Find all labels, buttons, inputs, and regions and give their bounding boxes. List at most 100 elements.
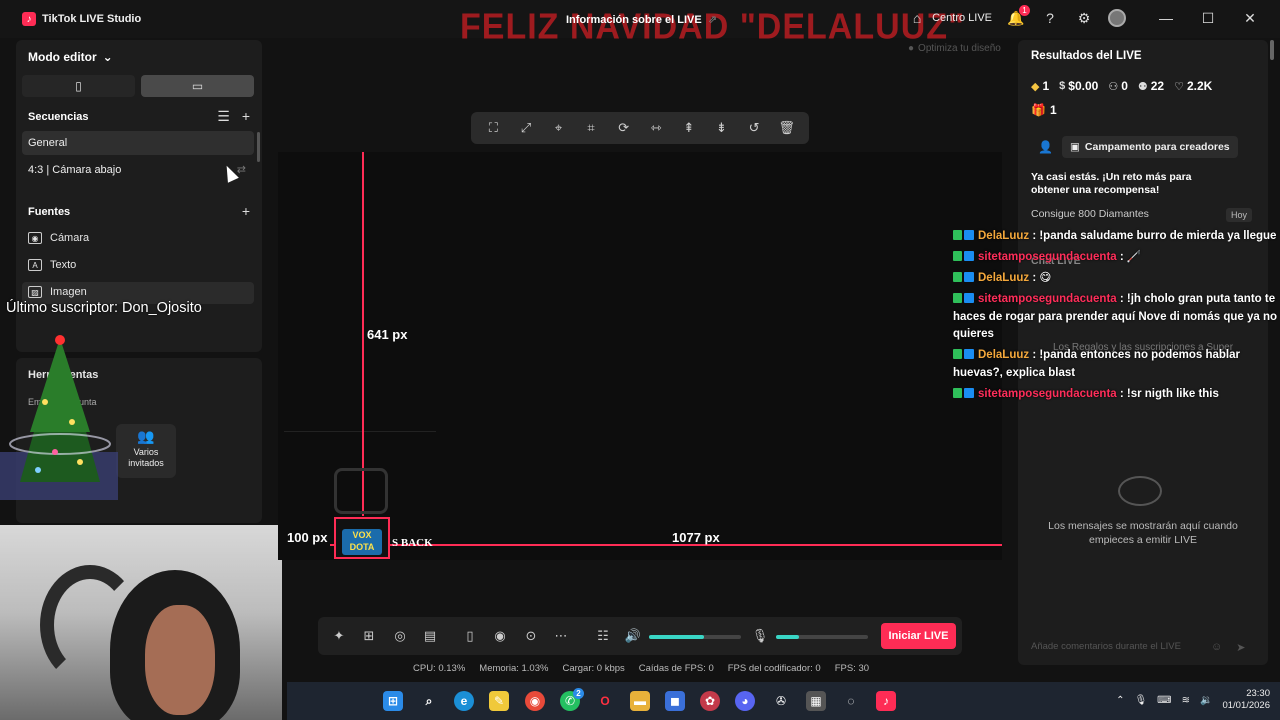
comment-input[interactable]: Añade comentarios durante el LIVE <box>1031 641 1181 652</box>
live-info-button[interactable]: Información sobre el LIVE ⇗ <box>566 13 717 27</box>
speaker-icon[interactable]: 🔊 <box>625 628 641 643</box>
clock[interactable]: 23:30 01/01/2026 <box>1222 688 1270 713</box>
sequences-scrollbar[interactable] <box>257 132 260 162</box>
list-icon[interactable]: ☰ <box>217 108 230 125</box>
edge-icon[interactable]: e <box>454 691 474 711</box>
add-sequence-icon[interactable]: + <box>242 108 250 125</box>
chat-username: DelaLuuz <box>978 272 1030 284</box>
measure-vertical: 641 px <box>367 327 408 342</box>
camera-icon: ◉ <box>28 232 42 244</box>
fit-icon[interactable]: ⛶ <box>485 120 501 136</box>
close-icon[interactable]: ✕ <box>1240 8 1260 28</box>
undo-icon[interactable]: ↺ <box>746 120 762 136</box>
subscriber-badge-icon <box>964 230 974 240</box>
centro-live-button[interactable]: ⌂ Centro LIVE <box>907 8 992 28</box>
chevron-up-icon[interactable]: ⌃ <box>1116 695 1124 706</box>
source-item-camara[interactable]: ◉ Cámara <box>28 232 89 244</box>
creator-camp-button[interactable]: ▣ Campamento para creadores <box>1062 136 1238 158</box>
sequence-item-camara-abajo[interactable]: 4:3 | Cámara abajo ⇄ <box>22 158 254 182</box>
source-item-texto[interactable]: A Texto <box>28 259 76 271</box>
go-live-button[interactable]: Iniciar LIVE <box>881 623 956 649</box>
chrome-icon[interactable]: ◉ <box>525 691 545 711</box>
app-grid-icon[interactable]: ▦ <box>806 691 826 711</box>
sequence-item-general[interactable]: General <box>22 131 254 155</box>
phone-preview-icon[interactable]: ▯ <box>463 628 477 643</box>
screenshot-icon[interactable]: ⊙ <box>524 628 538 643</box>
avatar[interactable] <box>1108 9 1126 27</box>
store-icon[interactable]: ◼ <box>665 691 685 711</box>
stat-diamonds: 1 <box>1042 79 1050 93</box>
diamond-goal: Consigue 800 Diamantes <box>1031 208 1149 220</box>
diamond-icon: ◆ <box>1031 80 1040 93</box>
microphone-icon[interactable]: 🎙 <box>752 628 769 643</box>
people-icon: 👥 <box>137 428 155 444</box>
lightbulb-icon: ● <box>908 43 915 54</box>
tiktok-live-icon[interactable]: ♪ <box>876 691 896 711</box>
status-encoder-fps: FPS del codificador: 0 <box>727 663 821 674</box>
record-icon[interactable]: ◉ <box>493 628 507 643</box>
add-source-icon[interactable]: + <box>242 203 250 219</box>
sources-title: Fuentes <box>28 206 71 218</box>
gear-icon[interactable]: ⚙ <box>1074 8 1094 28</box>
keyboard-icon[interactable]: ⌨ <box>1157 695 1171 706</box>
magic-wand-icon[interactable]: ✦ <box>332 628 346 643</box>
add-source-icon[interactable]: ⊞ <box>362 628 376 643</box>
layer-up-icon[interactable]: ⇞ <box>681 120 697 136</box>
landscape-button[interactable]: ▭ <box>141 75 254 97</box>
flip-icon[interactable]: ⇿ <box>648 120 664 136</box>
send-icon[interactable]: ➤ <box>1236 641 1245 654</box>
obs-icon[interactable]: ✇ <box>771 691 791 711</box>
app-red-icon[interactable]: ✿ <box>700 691 720 711</box>
measure-left: 100 px <box>287 530 328 545</box>
right-scrollbar[interactable] <box>1270 40 1274 60</box>
help-icon[interactable]: ? <box>1040 8 1060 28</box>
bell-icon[interactable]: 🔔 1 <box>1006 5 1030 28</box>
back-text: S BACK <box>392 537 433 549</box>
audio-settings-icon[interactable]: ☷ <box>596 628 610 643</box>
trash-icon[interactable]: 🗑 <box>778 120 795 136</box>
last-subscriber-overlay: Último suscriptor: Don_Ojosito <box>6 300 202 316</box>
more-icon[interactable]: ⋯ <box>554 628 568 643</box>
emoji-icon[interactable]: ☺ <box>1211 641 1222 654</box>
optimize-layout-link[interactable]: ● Optimiza tu diseño <box>908 43 1001 54</box>
sequence-actions-icon[interactable]: ⇄ <box>237 163 246 176</box>
mic-slider[interactable] <box>776 635 868 639</box>
status-memory: Memoria: 1.03% <box>479 663 549 674</box>
effects-icon[interactable]: ◎ <box>393 628 407 643</box>
whatsapp-icon[interactable]: ✆ 2 <box>560 688 584 711</box>
app-record-icon[interactable]: ◌ <box>841 691 861 711</box>
source-item-imagen[interactable]: ▨ Imagen <box>28 286 87 298</box>
search-icon[interactable]: ⌕ <box>419 691 439 711</box>
mic-tray-icon[interactable]: 🎙 <box>1134 695 1147 706</box>
chat-text: : 🦯 <box>1116 251 1142 263</box>
stat-followers: 22 <box>1150 79 1165 93</box>
file-explorer-icon[interactable]: ▬ <box>630 691 650 711</box>
multi-guest-card[interactable]: 👥 Varios invitados <box>116 424 176 478</box>
volume-slider[interactable] <box>649 635 741 639</box>
windows-start-icon[interactable]: ⊞ <box>383 691 403 711</box>
discord-icon[interactable]: ◕ <box>735 691 755 711</box>
portrait-button[interactable]: ▯ <box>22 75 135 97</box>
person-settings-icon[interactable]: 👤 <box>1038 140 1053 154</box>
sticky-notes-icon[interactable]: ✎ <box>489 691 509 711</box>
subscriber-badge-icon <box>964 293 974 303</box>
center-icon[interactable]: ⌖ <box>550 120 566 136</box>
expand-icon[interactable]: ⤢ <box>518 120 534 136</box>
subscriber-badge-icon <box>964 349 974 359</box>
volume-tray-icon[interactable]: 🔉 <box>1200 695 1212 706</box>
chat-message: DelaLuuz : !panda entonces no podemos ha… <box>953 347 1280 382</box>
rotate-icon[interactable]: ⟳ <box>616 120 632 136</box>
centro-live-label: Centro LIVE <box>932 12 992 24</box>
maximize-icon[interactable]: ☐ <box>1198 8 1218 28</box>
minimize-icon[interactable]: — <box>1156 8 1176 28</box>
opera-icon[interactable]: O <box>595 691 615 711</box>
mode-selector[interactable]: Modo editor ⌄ <box>28 50 113 64</box>
layout-icon[interactable]: ▤ <box>423 628 437 643</box>
vox-dota-logo: VOX DOTA <box>342 529 382 555</box>
mic-fill <box>776 635 799 639</box>
layer-down-icon[interactable]: ⇟ <box>713 120 729 136</box>
landscape-icon: ▭ <box>191 79 204 93</box>
source-label: Cámara <box>50 232 90 244</box>
wifi-icon[interactable]: ≋ <box>1182 695 1190 706</box>
crop-icon[interactable]: ⌗ <box>583 120 599 136</box>
